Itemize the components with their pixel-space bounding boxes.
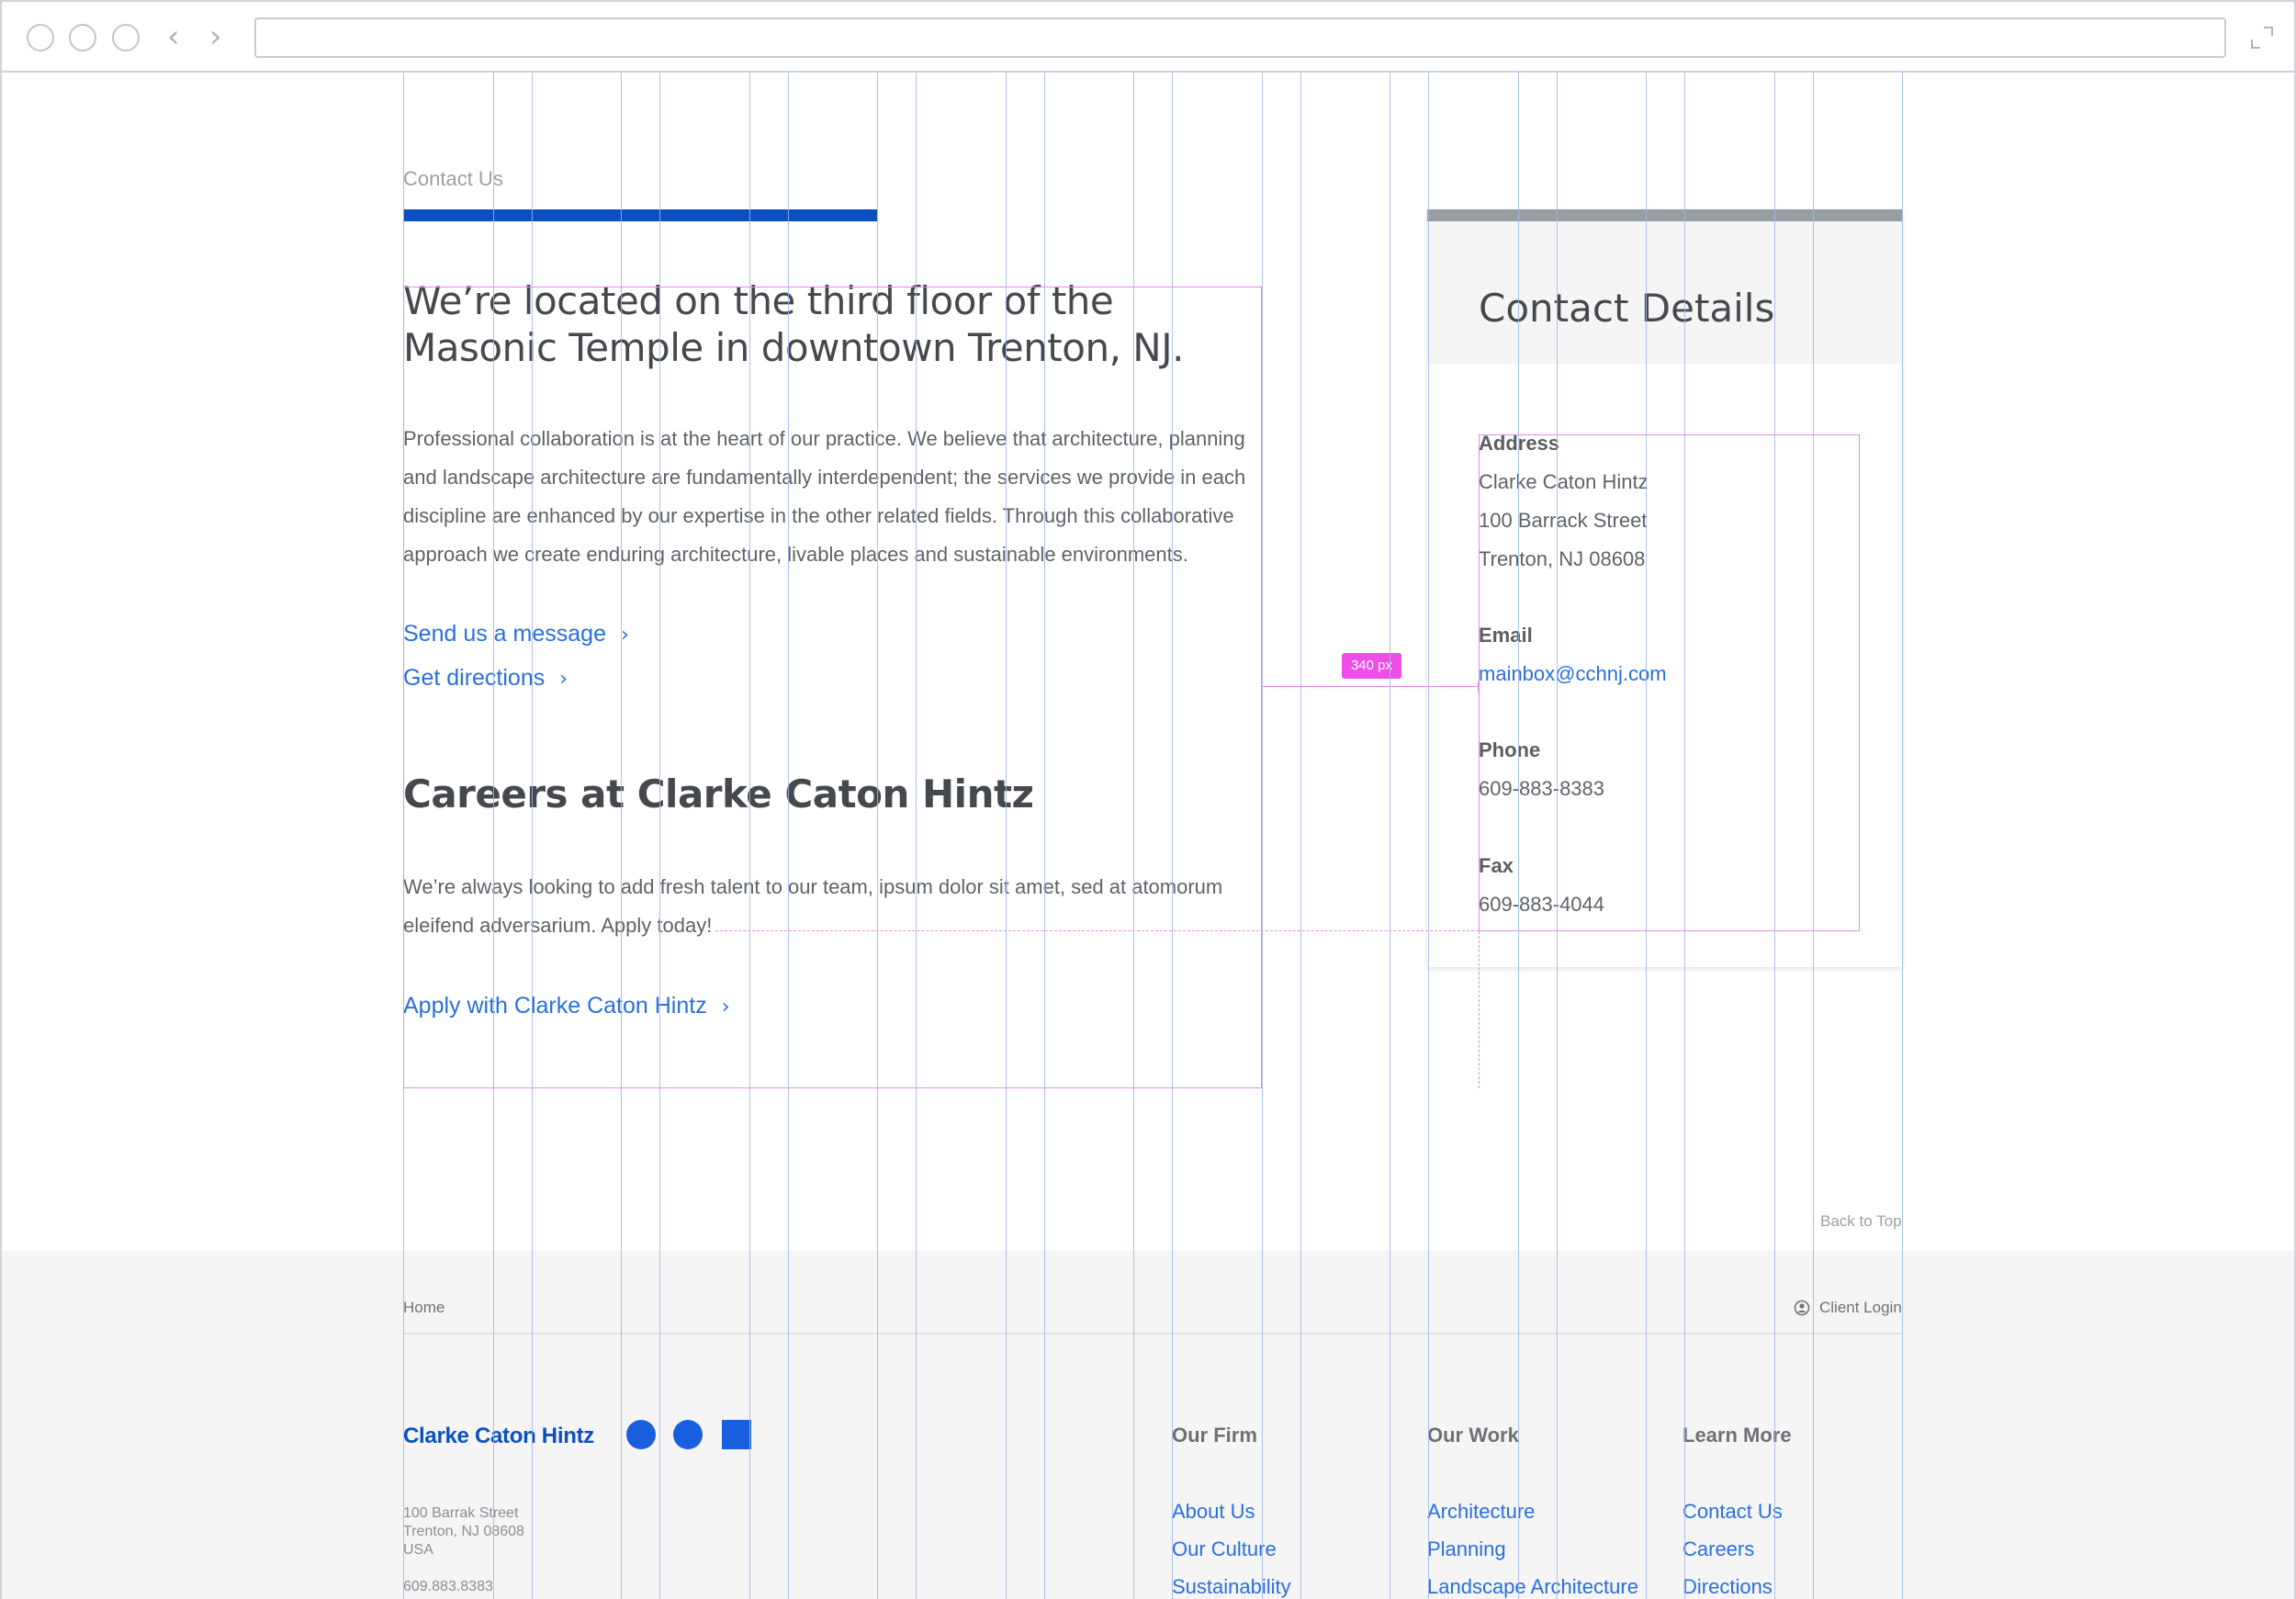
address-line: Trenton, NJ 08608 bbox=[1479, 547, 1646, 570]
user-icon bbox=[1794, 1300, 1810, 1316]
get-directions-label: Get directions bbox=[403, 665, 546, 691]
fax-label: Fax bbox=[1479, 854, 1514, 877]
footer-link[interactable]: Directions bbox=[1683, 1575, 1773, 1599]
footer-link[interactable]: Architecture bbox=[1427, 1500, 1535, 1524]
apply-link[interactable]: Apply with Clarke Caton Hintz › bbox=[403, 993, 730, 1019]
contact-details-card: Contact Details Address Clarke Caton Hin… bbox=[1427, 209, 1902, 967]
social-icon[interactable] bbox=[722, 1420, 751, 1449]
address-label: Address bbox=[1479, 432, 1560, 455]
footer-link[interactable]: Sustainability bbox=[1172, 1575, 1291, 1599]
chevron-right-icon: › bbox=[721, 996, 730, 1019]
footer-column-heading: Our Firm bbox=[1172, 1424, 1257, 1447]
footer-link[interactable]: Landscape Architecture bbox=[1427, 1575, 1638, 1599]
get-directions-link[interactable]: Get directions › bbox=[403, 665, 568, 692]
back-to-top-link[interactable]: Back to Top bbox=[1820, 1212, 1902, 1231]
window-close-button[interactable] bbox=[27, 24, 54, 51]
alignment-guide bbox=[715, 930, 1479, 931]
footer-home-link[interactable]: Home bbox=[403, 1299, 445, 1317]
footer bbox=[2, 1251, 2294, 1599]
address-bar[interactable] bbox=[254, 17, 2226, 58]
footer-column-heading: Our Work bbox=[1427, 1424, 1519, 1447]
breadcrumb[interactable]: Contact Us bbox=[403, 167, 503, 191]
window-minimize-button[interactable] bbox=[69, 24, 96, 51]
address-line: 100 Barrack Street bbox=[1479, 509, 1648, 532]
forward-arrow-icon[interactable]: › bbox=[209, 20, 222, 53]
section-accent-bar bbox=[403, 209, 877, 221]
phone-label: Phone bbox=[1479, 738, 1541, 761]
intro-paragraph: Professional collaboration is at the hea… bbox=[403, 427, 1246, 566]
footer-column-heading: Learn More bbox=[1683, 1424, 1792, 1447]
spacing-measure bbox=[1261, 681, 1479, 692]
apply-label: Apply with Clarke Caton Hintz bbox=[403, 993, 707, 1019]
address-line: Clarke Caton Hintz bbox=[1479, 470, 1649, 493]
window-maximize-button[interactable] bbox=[112, 24, 140, 51]
careers-heading: Careers at Clarke Caton Hintz bbox=[403, 771, 1034, 816]
phone-value: 609-883-8383 bbox=[1479, 777, 1605, 800]
footer-link[interactable]: Our Culture bbox=[1172, 1537, 1277, 1561]
client-login-link[interactable]: Client Login bbox=[1794, 1299, 1902, 1317]
footer-brand-logo[interactable]: Clarke Caton Hintz bbox=[403, 1424, 594, 1449]
card-accent-bar bbox=[1427, 209, 1902, 221]
browser-toolbar: ‹ › bbox=[0, 0, 2296, 73]
footer-link[interactable]: Contact Us bbox=[1683, 1500, 1783, 1524]
careers-paragraph: We’re always looking to add fresh talent… bbox=[403, 875, 1223, 937]
footer-phone: 609.883.8383 bbox=[403, 1579, 493, 1594]
chevron-right-icon: › bbox=[559, 668, 568, 691]
footer-address-line: USA bbox=[403, 1542, 433, 1558]
chevron-right-icon: › bbox=[620, 624, 629, 647]
fax-value: 609-883-4044 bbox=[1479, 893, 1605, 916]
spacing-badge: 340 px bbox=[1342, 653, 1401, 679]
footer-link[interactable]: About Us bbox=[1172, 1500, 1255, 1524]
footer-link[interactable]: Careers bbox=[1683, 1537, 1754, 1561]
send-message-label: Send us a message bbox=[403, 621, 606, 647]
footer-address-line: Trenton, NJ 08608 bbox=[403, 1524, 524, 1539]
card-header: Contact Details bbox=[1427, 221, 1902, 364]
card-title: Contact Details bbox=[1479, 286, 1775, 331]
footer-divider bbox=[403, 1333, 1902, 1334]
footer-address-line: 100 Barrak Street bbox=[403, 1505, 519, 1521]
email-label: Email bbox=[1479, 624, 1533, 647]
social-icon[interactable] bbox=[626, 1420, 656, 1449]
alignment-guide bbox=[1479, 931, 1480, 1088]
back-arrow-icon[interactable]: ‹ bbox=[167, 20, 180, 53]
footer-link[interactable]: Planning bbox=[1427, 1537, 1506, 1561]
social-icon[interactable] bbox=[673, 1420, 703, 1449]
email-link[interactable]: mainbox@cchnj.com bbox=[1479, 662, 1667, 686]
send-message-link[interactable]: Send us a message › bbox=[403, 621, 629, 647]
fullscreen-icon[interactable] bbox=[2250, 26, 2274, 50]
page-title: We’re located on the third floor of the … bbox=[403, 278, 1184, 370]
client-login-label: Client Login bbox=[1819, 1299, 1902, 1316]
